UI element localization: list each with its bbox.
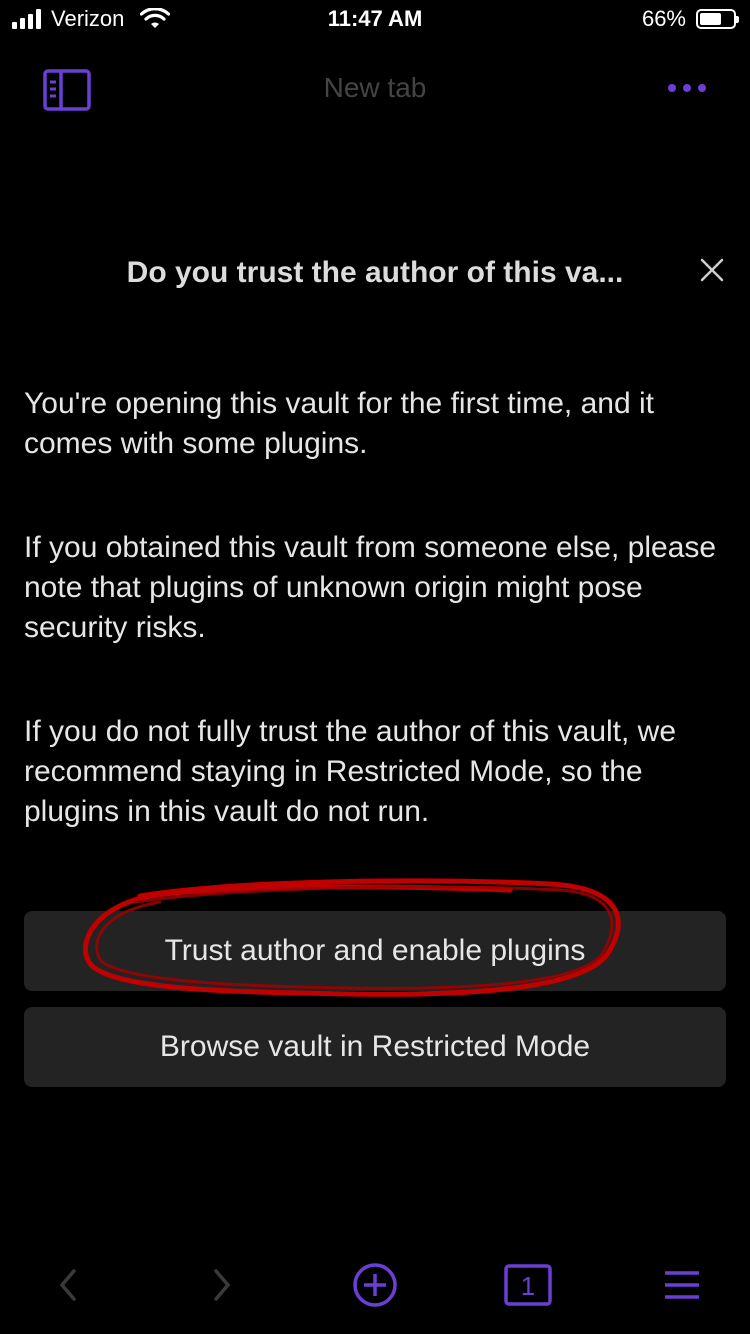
trust-author-button[interactable]: Trust author and enable plugins xyxy=(24,911,726,991)
back-icon[interactable] xyxy=(38,1250,98,1320)
new-tab-icon[interactable] xyxy=(345,1250,405,1320)
dialog-title: Do you trust the author of this va... xyxy=(126,256,624,289)
battery-group: 66% xyxy=(641,6,739,32)
battery-percent: 66% xyxy=(641,6,686,31)
close-icon[interactable] xyxy=(696,254,728,286)
menu-icon[interactable] xyxy=(652,1250,712,1320)
battery-icon xyxy=(696,9,739,29)
forward-icon[interactable] xyxy=(192,1250,252,1320)
restricted-mode-button[interactable]: Browse vault in Restricted Mode xyxy=(24,1007,726,1087)
status-time: 11:47 AM xyxy=(327,6,423,31)
tab-count: 1 xyxy=(521,1271,535,1301)
dialog-paragraph-first-time: You're opening this vault for the first … xyxy=(24,387,654,460)
tab-switcher-icon[interactable]: 1 xyxy=(498,1250,558,1320)
tab-title: New tab xyxy=(323,72,427,103)
dialog-paragraph-recommendation: If you do not fully trust the author of … xyxy=(24,715,677,828)
status-bar: Verizon 11:47 AM 66% xyxy=(0,0,750,40)
dialog-paragraph-security-risk: If you obtained this vault from someone … xyxy=(24,531,717,644)
bottom-toolbar: 1 xyxy=(0,1250,750,1320)
more-options-icon[interactable] xyxy=(668,84,706,92)
